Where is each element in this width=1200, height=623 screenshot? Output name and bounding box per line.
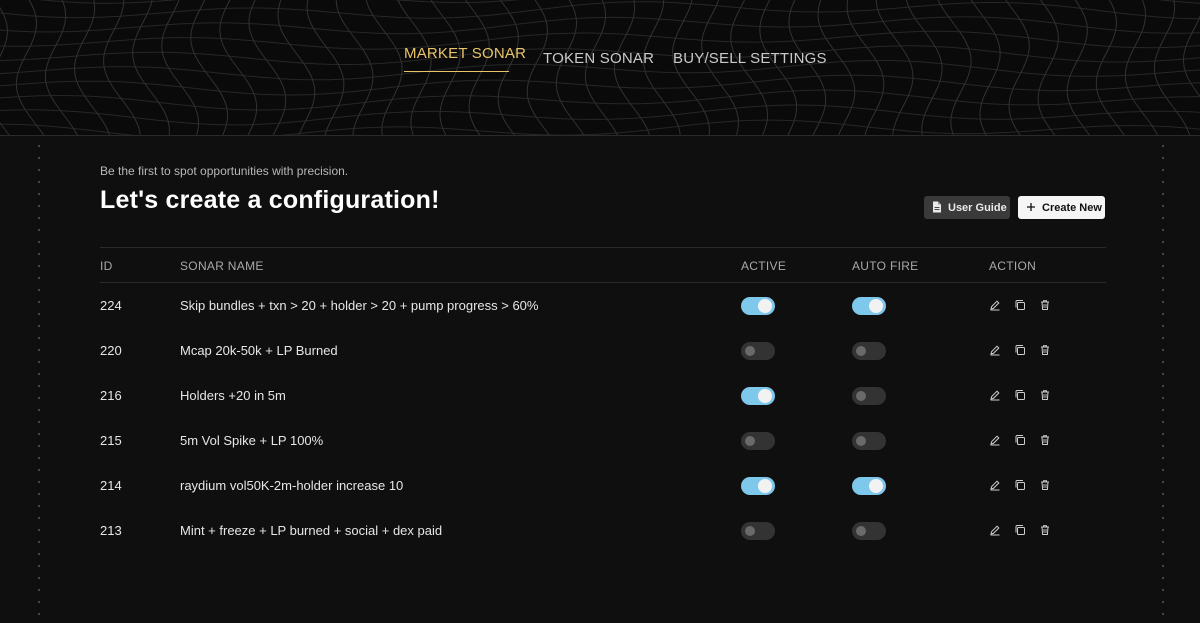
toggle-knob <box>745 436 755 446</box>
copy-icon[interactable] <box>1013 433 1027 447</box>
tab-token-sonar[interactable]: TOKEN SONAR <box>543 50 654 67</box>
auto-fire-toggle[interactable] <box>852 477 886 495</box>
column-header-active: ACTIVE <box>741 259 787 273</box>
trash-icon[interactable] <box>1038 478 1052 492</box>
right-dotted-line <box>1162 140 1164 623</box>
table-row: 220 Mcap 20k-50k + LP Burned <box>100 328 1106 373</box>
active-toggle[interactable] <box>741 477 775 495</box>
row-id: 224 <box>100 298 122 313</box>
toggle-knob <box>856 391 866 401</box>
column-header-id: ID <box>100 259 113 273</box>
toggle-knob <box>856 526 866 536</box>
left-dotted-line <box>38 140 40 623</box>
edit-icon[interactable] <box>988 523 1002 537</box>
active-toggle[interactable] <box>741 387 775 405</box>
toggle-knob <box>869 479 883 493</box>
copy-icon[interactable] <box>1013 298 1027 312</box>
table-row: 216 Holders +20 in 5m <box>100 373 1106 418</box>
toggle-knob <box>758 299 772 313</box>
table-row: 213 Mint + freeze + LP burned + social + … <box>100 508 1106 553</box>
row-id: 214 <box>100 478 122 493</box>
trash-icon[interactable] <box>1038 433 1052 447</box>
row-sonar-name: Mcap 20k-50k + LP Burned <box>180 343 338 358</box>
trash-icon[interactable] <box>1038 523 1052 537</box>
column-header-sonar-name: SONAR NAME <box>180 259 264 273</box>
table-row: 215 5m Vol Spike + LP 100% <box>100 418 1106 463</box>
active-toggle[interactable] <box>741 342 775 360</box>
page-subtitle: Be the first to spot opportunities with … <box>100 164 349 178</box>
user-guide-button[interactable]: User Guide <box>924 196 1010 219</box>
table-row: 224 Skip bundles + txn > 20 + holder > 20… <box>100 283 1106 328</box>
tab-market-sonar[interactable]: MARKET SONAR <box>404 45 526 62</box>
document-icon <box>932 201 942 215</box>
toggle-knob <box>745 526 755 536</box>
row-sonar-name: Holders +20 in 5m <box>180 388 286 403</box>
active-toggle[interactable] <box>741 432 775 450</box>
table-row: 214 raydium vol50K-2m-holder increase 10 <box>100 463 1106 508</box>
row-sonar-name: raydium vol50K-2m-holder increase 10 <box>180 478 404 493</box>
top-nav: MARKET SONAR TOKEN SONAR BUY/SELL SETTIN… <box>0 44 1200 84</box>
active-tab-underline <box>404 71 509 72</box>
edit-icon[interactable] <box>988 343 1002 357</box>
table-top-border <box>100 247 1106 248</box>
create-new-label: Create New <box>1042 201 1102 214</box>
toggle-knob <box>856 436 866 446</box>
auto-fire-toggle[interactable] <box>852 522 886 540</box>
trash-icon[interactable] <box>1038 298 1052 312</box>
toggle-knob <box>856 346 866 356</box>
column-header-auto-fire: AUTO FIRE <box>852 259 919 273</box>
column-header-action: ACTION <box>989 259 1037 273</box>
copy-icon[interactable] <box>1013 388 1027 402</box>
row-sonar-name: Skip bundles + txn > 20 + holder > 20 + … <box>180 298 539 313</box>
copy-icon[interactable] <box>1013 523 1027 537</box>
row-id: 215 <box>100 433 122 448</box>
toggle-knob <box>758 479 772 493</box>
auto-fire-toggle[interactable] <box>852 342 886 360</box>
user-guide-label: User Guide <box>948 201 1007 214</box>
auto-fire-toggle[interactable] <box>852 297 886 315</box>
row-id: 216 <box>100 388 122 403</box>
copy-icon[interactable] <box>1013 343 1027 357</box>
auto-fire-toggle[interactable] <box>852 387 886 405</box>
toggle-knob <box>869 299 883 313</box>
row-sonar-name: 5m Vol Spike + LP 100% <box>180 433 324 448</box>
header: MARKET SONAR TOKEN SONAR BUY/SELL SETTIN… <box>0 0 1200 136</box>
active-toggle[interactable] <box>741 522 775 540</box>
row-id: 213 <box>100 523 122 538</box>
tab-buy-sell-settings[interactable]: BUY/SELL SETTINGS <box>673 50 827 67</box>
edit-icon[interactable] <box>988 388 1002 402</box>
edit-icon[interactable] <box>988 478 1002 492</box>
auto-fire-toggle[interactable] <box>852 432 886 450</box>
create-new-button[interactable]: Create New <box>1018 196 1105 219</box>
page-title: Let's create a configuration! <box>100 186 440 214</box>
row-sonar-name: Mint + freeze + LP burned + social + dex… <box>180 523 443 538</box>
plus-icon <box>1026 202 1036 214</box>
trash-icon[interactable] <box>1038 388 1052 402</box>
trash-icon[interactable] <box>1038 343 1052 357</box>
active-toggle[interactable] <box>741 297 775 315</box>
edit-icon[interactable] <box>988 298 1002 312</box>
edit-icon[interactable] <box>988 433 1002 447</box>
toggle-knob <box>745 346 755 356</box>
row-id: 220 <box>100 343 122 358</box>
copy-icon[interactable] <box>1013 478 1027 492</box>
toggle-knob <box>758 389 772 403</box>
